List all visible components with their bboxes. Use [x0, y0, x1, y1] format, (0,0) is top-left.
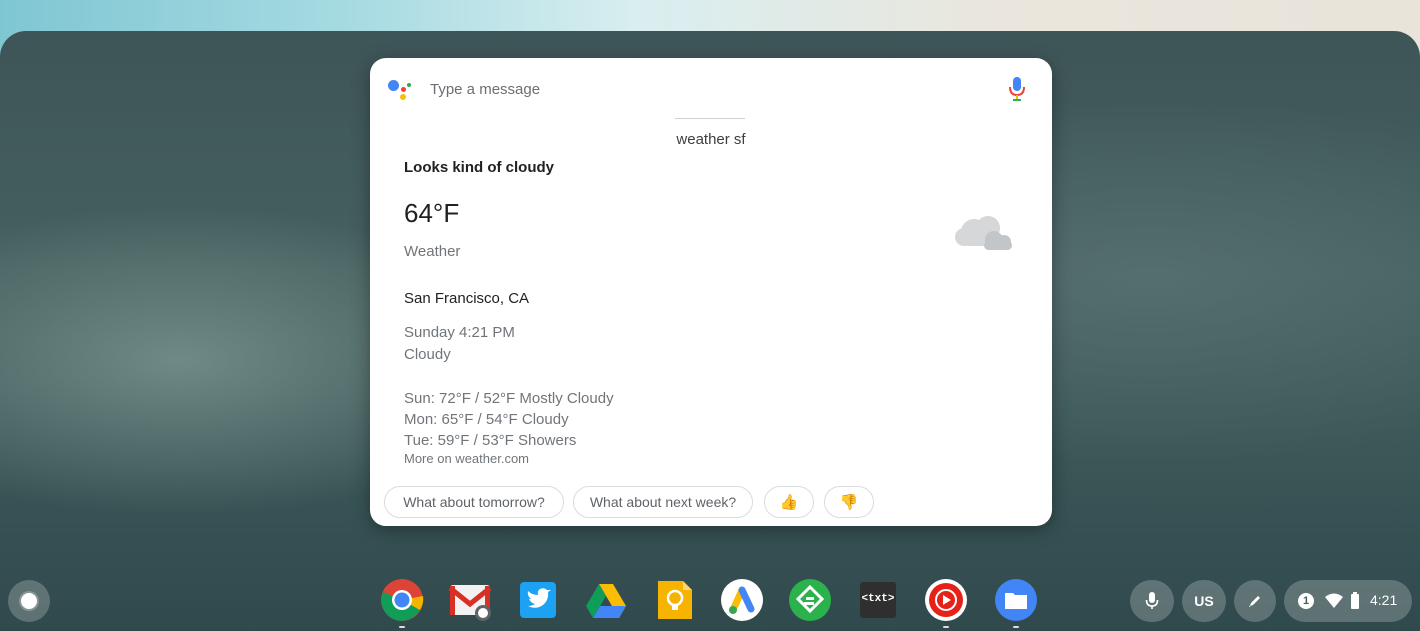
- temperature-label: Weather: [404, 243, 461, 260]
- text-app-label: <txt>: [861, 593, 895, 605]
- weather-summary: Looks kind of cloudy: [404, 159, 555, 176]
- user-query: weather sf: [676, 131, 746, 148]
- forecast-item: Mon: 65°F / 54°F Cloudy: [404, 411, 569, 428]
- assistant-mic-button[interactable]: [1130, 580, 1174, 622]
- forecast-item: Sun: 72°F / 52°F Mostly Cloudy: [404, 390, 614, 407]
- microphone-icon[interactable]: [1006, 76, 1028, 102]
- notification-count-badge: 1: [1298, 593, 1314, 609]
- gmail-app-icon[interactable]: [448, 578, 492, 622]
- twitter-app-icon[interactable]: [516, 578, 560, 622]
- forecast-list: Sun: 72°F / 52°F Mostly Cloudy Mon: 65°F…: [404, 388, 614, 451]
- forecast-item: Tue: 59°F / 53°F Showers: [404, 432, 577, 449]
- keyboard-layout-button[interactable]: US: [1182, 580, 1226, 622]
- more-on-weather-link[interactable]: More on weather.com: [404, 451, 529, 466]
- date-time: Sunday 4:21 PM: [404, 324, 515, 341]
- files-app-icon[interactable]: [994, 578, 1038, 628]
- suggestion-tomorrow-button[interactable]: What about tomorrow?: [384, 486, 564, 518]
- launcher-button[interactable]: [8, 580, 50, 622]
- google-assistant-icon: [388, 78, 412, 100]
- battery-icon: [1351, 592, 1359, 609]
- current-condition: Cloudy: [404, 346, 451, 363]
- text-app-icon[interactable]: <txt>: [856, 578, 900, 622]
- chrome-app-icon[interactable]: [380, 578, 424, 628]
- google-keep-app-icon[interactable]: [652, 578, 696, 622]
- stylus-tools-button[interactable]: [1234, 580, 1276, 622]
- microphone-icon: [1145, 592, 1159, 609]
- google-ads-app-icon[interactable]: [720, 578, 764, 622]
- status-area[interactable]: 1 4:21: [1284, 580, 1412, 622]
- message-input[interactable]: [428, 76, 992, 102]
- google-drive-app-icon[interactable]: [584, 578, 628, 622]
- pen-icon: [1249, 596, 1260, 607]
- suggestion-next-week-button[interactable]: What about next week?: [573, 486, 753, 518]
- wifi-icon: [1325, 593, 1343, 608]
- temperature: 64°F: [404, 198, 460, 228]
- assistant-card: weather sf Looks kind of cloudy 64°F Wea…: [370, 58, 1052, 526]
- location: San Francisco, CA: [404, 290, 530, 307]
- youtube-music-app-icon[interactable]: [924, 578, 968, 628]
- divider: [675, 118, 745, 119]
- clock: 4:21: [1370, 592, 1398, 608]
- feedly-app-icon[interactable]: [788, 578, 832, 622]
- thumbs-up-button[interactable]: 👍: [764, 486, 814, 518]
- thumbs-down-button[interactable]: 👎: [824, 486, 874, 518]
- cloudy-icon: [952, 210, 1016, 254]
